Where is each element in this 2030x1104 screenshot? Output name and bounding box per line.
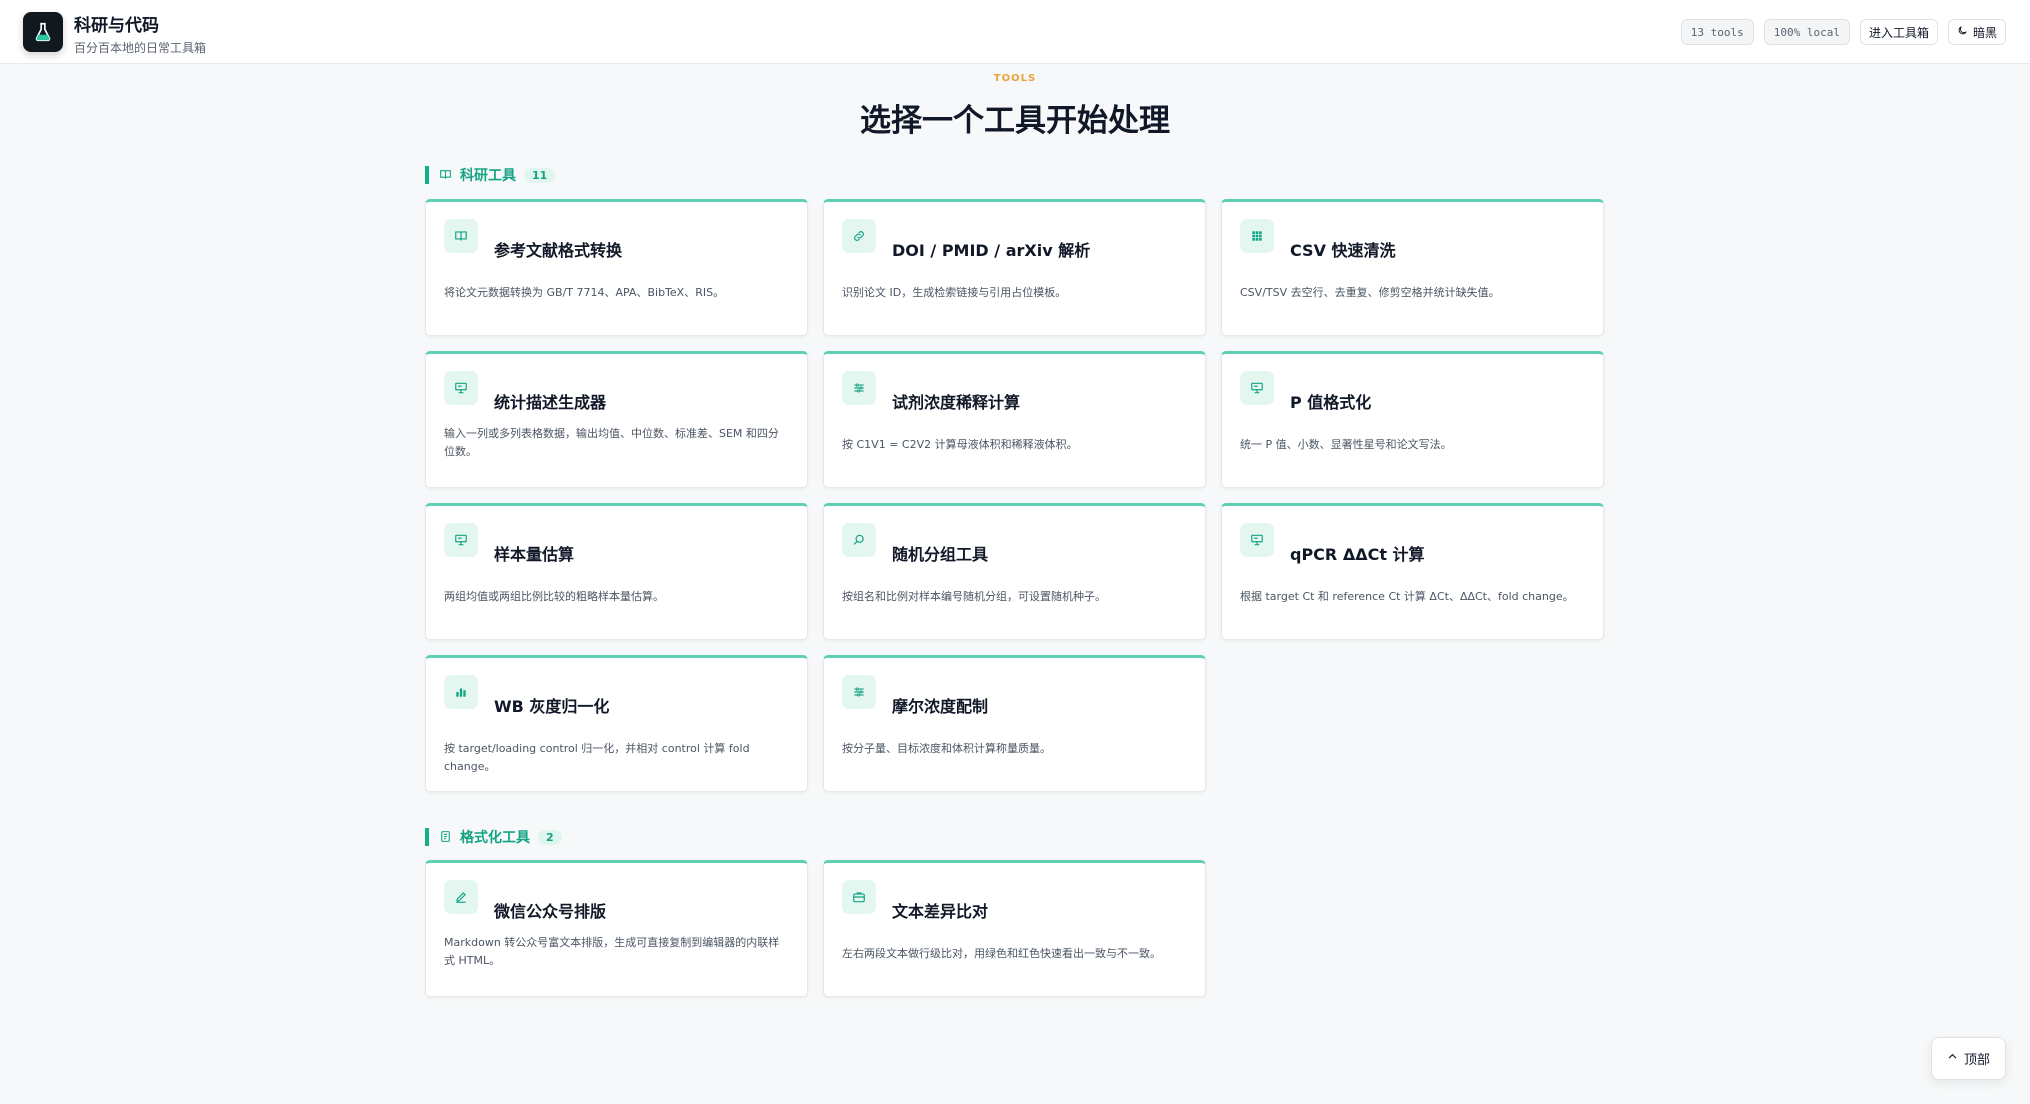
tool-description: 两组均值或两组比例比较的粗略样本量估算。	[444, 590, 664, 603]
theme-toggle-label: 暗黑	[1972, 25, 1997, 40]
tool-card-reference-format[interactable]: 参考文献格式转换 将论文元数据转换为 GB/T 7714、APA、BibTeX、…	[425, 199, 808, 336]
tool-card-text-diff[interactable]: 文本差异比对 左右两段文本做行级比对，用绿色和红色快速看出一致与不一致。	[823, 860, 1206, 997]
tool-description: 按组名和比例对样本编号随机分组，可设置随机种子。	[842, 590, 1106, 603]
flask-logo-icon[interactable]	[23, 12, 63, 52]
briefcase-icon	[842, 880, 876, 914]
tool-card-p-value-format[interactable]: P 值格式化 统一 P 值、小数、显著性星号和论文写法。	[1221, 351, 1604, 488]
chevron-up-icon	[1947, 1051, 1958, 1066]
tool-card-wechat-layout[interactable]: 微信公众号排版 Markdown 转公众号富文本排版，生成可直接复制到编辑器的内…	[425, 860, 808, 997]
tools-count-chip: 13 tools	[1680, 19, 1754, 45]
pen-icon	[444, 880, 478, 914]
tools-eyebrow: TOOLS	[993, 73, 1037, 84]
tool-card-csv-clean[interactable]: CSV 快速清洗 CSV/TSV 去空行、去重复、修剪空格并统计缺失值。	[1221, 199, 1604, 336]
tool-card-dilution-calc[interactable]: 试剂浓度稀释计算 按 C1V1 = C2V2 计算母液体积和稀释液体积。	[823, 351, 1206, 488]
section-head-format: 格式化工具 2	[425, 828, 562, 846]
tool-description: Markdown 转公众号富文本排版，生成可直接复制到编辑器的内联样式 HTML…	[444, 936, 780, 967]
back-to-top-label: 顶部	[1963, 1053, 1990, 1068]
book-icon	[444, 219, 478, 253]
tool-card-molar-prep[interactable]: 摩尔浓度配制 按分子量、目标浓度和体积计算称量质量。	[823, 655, 1206, 792]
enter-toolbox-button[interactable]: 进入工具箱	[1859, 19, 1938, 45]
tool-title: 统计描述生成器	[494, 393, 607, 412]
back-to-top-button[interactable]: 顶部	[1931, 1037, 2006, 1080]
section-count-badge: 2	[538, 829, 562, 845]
tool-card-random-group[interactable]: 随机分组工具 按组名和比例对样本编号随机分组，可设置随机种子。	[823, 503, 1206, 640]
local-chip: 100% local	[1763, 19, 1850, 45]
enter-toolbox-label: 进入工具箱	[1868, 25, 1929, 40]
tool-description: 识别论文 ID，生成检索链接与引用占位模板。	[842, 286, 1067, 299]
tool-description: CSV/TSV 去空行、去重复、修剪空格并统计缺失值。	[1240, 286, 1500, 299]
theme-toggle-button[interactable]: 暗黑	[1947, 19, 2006, 45]
section-head-research: 科研工具 11	[425, 166, 556, 185]
tool-title: 试剂浓度稀释计算	[892, 393, 1021, 412]
tool-card-qpcr-ddct[interactable]: qPCR ΔΔCt 计算 根据 target Ct 和 reference Ct…	[1221, 503, 1604, 640]
section-title: 科研工具	[460, 168, 516, 184]
link-icon	[842, 219, 876, 253]
grid-icon	[1240, 219, 1274, 253]
sliders-icon	[842, 675, 876, 709]
tool-title: 摩尔浓度配制	[892, 697, 989, 716]
section-count-badge: 11	[524, 167, 556, 183]
bar-chart-icon	[444, 675, 478, 709]
tool-title: P 值格式化	[1290, 393, 1372, 412]
tool-card-doi-parser[interactable]: DOI / PMID / arXiv 解析 识别论文 ID，生成检索链接与引用占…	[823, 199, 1206, 336]
tool-description: 按 C1V1 = C2V2 计算母液体积和稀释液体积。	[842, 438, 1078, 451]
tool-description: 按 target/loading control 归一化，并相对 control…	[444, 742, 750, 773]
tool-description: 左右两段文本做行级比对，用绿色和红色快速看出一致与不一致。	[842, 947, 1161, 960]
tool-card-descriptive-stats[interactable]: 统计描述生成器 输入一列或多列表格数据，输出均值、中位数、标准差、SEM 和四分…	[425, 351, 808, 488]
tool-title: qPCR ΔΔCt 计算	[1290, 545, 1425, 564]
app-subtitle: 百分百本地的日常工具箱	[74, 41, 207, 55]
tool-title: DOI / PMID / arXiv 解析	[892, 241, 1091, 260]
tool-title: WB 灰度归一化	[494, 697, 610, 716]
section-title: 格式化工具	[460, 830, 530, 846]
presentation-icon	[1240, 371, 1274, 405]
book-icon	[439, 166, 452, 185]
sliders-icon	[842, 371, 876, 405]
tool-title: 随机分组工具	[892, 545, 989, 564]
tool-title: 参考文献格式转换	[494, 241, 623, 260]
document-icon	[439, 828, 452, 847]
tool-description: 输入一列或多列表格数据，输出均值、中位数、标准差、SEM 和四分位数。	[444, 427, 779, 458]
tool-title: CSV 快速清洗	[1290, 241, 1396, 260]
tool-description: 按分子量、目标浓度和体积计算称量质量。	[842, 742, 1051, 755]
presentation-icon	[444, 371, 478, 405]
presentation-icon	[444, 523, 478, 557]
app-header: 科研与代码 百分百本地的日常工具箱 13 tools 100% local 进入…	[0, 0, 2030, 64]
tool-title: 微信公众号排版	[494, 902, 607, 921]
tool-description: 统一 P 值、小数、显著性星号和论文写法。	[1240, 438, 1452, 451]
tool-title: 样本量估算	[494, 545, 575, 564]
app-title: 科研与代码	[74, 16, 159, 36]
search-icon	[842, 523, 876, 557]
page-title: 选择一个工具开始处理	[860, 103, 1170, 139]
tool-description: 根据 target Ct 和 reference Ct 计算 ΔCt、ΔΔCt、…	[1240, 590, 1574, 603]
tool-card-wb-normalize[interactable]: WB 灰度归一化 按 target/loading control 归一化，并相…	[425, 655, 808, 792]
tool-card-sample-size[interactable]: 样本量估算 两组均值或两组比例比较的粗略样本量估算。	[425, 503, 808, 640]
moon-icon	[1957, 25, 1968, 39]
tool-title: 文本差异比对	[892, 902, 989, 921]
tool-description: 将论文元数据转换为 GB/T 7714、APA、BibTeX、RIS。	[444, 286, 725, 299]
presentation-icon	[1240, 523, 1274, 557]
